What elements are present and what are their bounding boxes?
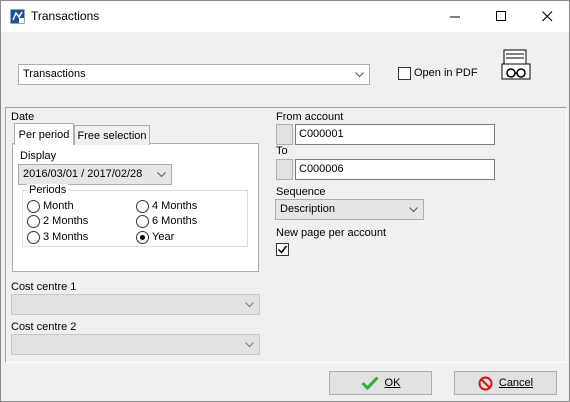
radio-3-months[interactable] [27, 231, 40, 244]
open-in-pdf-label: Open in PDF [414, 67, 478, 79]
app-icon [10, 9, 25, 24]
chevron-down-icon [157, 172, 166, 178]
checkmark-icon [277, 245, 288, 254]
to-account-input[interactable]: C000006 [295, 159, 495, 180]
display-label: Display [20, 150, 57, 162]
display-select[interactable]: 2016/03/01 / 2017/02/28 [18, 164, 172, 185]
open-in-pdf-checkbox[interactable] [398, 67, 411, 80]
radio-month-label: Month [43, 200, 74, 212]
tab-free-selection[interactable]: Free selection [74, 125, 150, 145]
from-account-value: C000001 [299, 128, 344, 140]
radio-4-months[interactable] [136, 200, 149, 213]
cost-centre-2-select[interactable] [11, 334, 260, 355]
radio-year-label: Year [152, 231, 175, 243]
chevron-down-icon [409, 207, 418, 213]
radio-2-months-label: 2 Months [43, 215, 89, 227]
transactions-window: Transactions Transactions Open in PDF Da… [0, 0, 570, 402]
print-preview-icon[interactable] [500, 49, 532, 81]
cost-centre-2-label: Cost centre 2 [11, 321, 77, 333]
chevron-down-icon [355, 72, 364, 78]
close-button[interactable] [524, 1, 570, 32]
radio-6-months[interactable] [136, 215, 149, 228]
from-account-input[interactable]: C000001 [295, 124, 495, 145]
radio-year[interactable] [136, 231, 149, 244]
sequence-value: Description [280, 203, 336, 215]
cancel-button[interactable]: Cancel [454, 371, 557, 395]
cost-centre-1-select[interactable] [11, 294, 260, 315]
report-select[interactable]: Transactions [18, 64, 370, 85]
display-select-value: 2016/03/01 / 2017/02/28 [23, 168, 143, 180]
tab-per-period-label: Per period [18, 128, 70, 141]
cost-centre-1-label: Cost centre 1 [11, 281, 77, 293]
window-title: Transactions [31, 9, 100, 23]
report-select-value: Transactions [23, 68, 86, 80]
radio-2-months[interactable] [27, 215, 40, 228]
date-label: Date [11, 111, 35, 123]
chevron-down-icon [245, 342, 254, 348]
tab-per-period[interactable]: Per period [14, 123, 74, 145]
title-bar: Transactions [1, 1, 569, 32]
minimize-button[interactable] [432, 1, 478, 32]
chevron-down-icon [245, 302, 254, 308]
from-account-label: From account [276, 111, 344, 123]
cancel-button-label: Cancel [498, 377, 534, 389]
from-account-lookup-button[interactable] [276, 124, 293, 145]
close-icon [541, 11, 552, 22]
radio-4-months-label: 4 Months [152, 200, 198, 212]
maximize-button[interactable] [478, 1, 524, 32]
minimize-icon [449, 16, 460, 18]
periods-label: Periods [27, 184, 69, 196]
ok-button[interactable]: OK [329, 371, 432, 395]
new-page-checkbox[interactable] [276, 243, 289, 256]
cancel-icon [478, 376, 493, 390]
radio-3-months-label: 3 Months [43, 231, 89, 243]
new-page-label: New page per account [276, 227, 387, 239]
radio-6-months-label: 6 Months [152, 215, 198, 227]
to-account-label: To [276, 145, 288, 157]
radio-month[interactable] [27, 200, 40, 213]
checkmark-icon [360, 376, 379, 390]
ok-button-label: OK [384, 377, 401, 389]
sequence-label: Sequence [276, 186, 326, 198]
sequence-select[interactable]: Description [275, 199, 424, 220]
to-account-lookup-button[interactable] [276, 159, 293, 180]
to-account-value: C000006 [299, 163, 344, 175]
tab-free-selection-label: Free selection [77, 129, 147, 142]
maximize-icon [495, 11, 506, 21]
